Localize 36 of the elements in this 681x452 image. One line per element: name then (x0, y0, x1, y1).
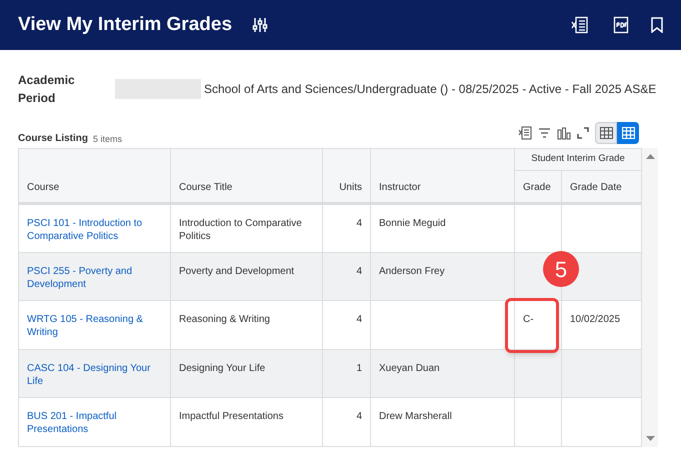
table-cell: 1 (356, 362, 362, 374)
table-cell: Designing Your Life (179, 362, 266, 374)
table-cell: 4 (356, 266, 362, 276)
expand-icon[interactable] (577, 127, 589, 139)
table-cell: Reasoning & Writing (179, 314, 270, 325)
table-cell: Anderson Frey (379, 266, 445, 276)
page-title: View My Interim Grades (18, 12, 232, 37)
academic-period-value: School of Arts and Sciences/Undergraduate () - 08/25/2025 - Active - Fall 2025 AS&E (204, 81, 656, 98)
item-count: 5 items (93, 132, 122, 146)
bookmark-icon[interactable] (651, 17, 663, 33)
spreadsheet-icon[interactable] (571, 16, 589, 34)
table-cell: Impactful Presentations (179, 411, 284, 422)
table-cell: Poverty and Development (179, 266, 294, 276)
table-icon (600, 127, 612, 139)
table-cell: Bonnie Meguid (379, 218, 446, 229)
academic-period-label: Academic Period (18, 72, 76, 107)
column-group-header: Student Interim Grade (514, 148, 642, 170)
scroll-down-icon[interactable] (646, 436, 654, 440)
table-cell: 4 (356, 314, 362, 325)
table-cell: 10/02/2025 (570, 314, 620, 325)
bar-chart-icon[interactable] (557, 126, 571, 140)
table-cell: Introduction to Comparative Politics (179, 218, 302, 242)
sliders-icon[interactable] (252, 17, 268, 33)
spreadsheet-icon[interactable] (518, 126, 532, 140)
table-cell: Drew Marsherall (379, 411, 452, 422)
table-cell: 4 (356, 218, 362, 229)
pdf-icon[interactable] (613, 16, 629, 34)
scroll-up-icon[interactable] (646, 154, 654, 159)
listing-title: Course Listing (18, 132, 88, 146)
table-icon (622, 127, 634, 139)
filter-icon[interactable] (538, 127, 551, 139)
table-cell: Xueyan Duan (379, 362, 440, 374)
table-cell: 4 (356, 411, 362, 422)
table-cell: C- (523, 314, 534, 325)
grid-view-button[interactable] (595, 122, 617, 144)
table-view-button[interactable] (617, 122, 639, 144)
